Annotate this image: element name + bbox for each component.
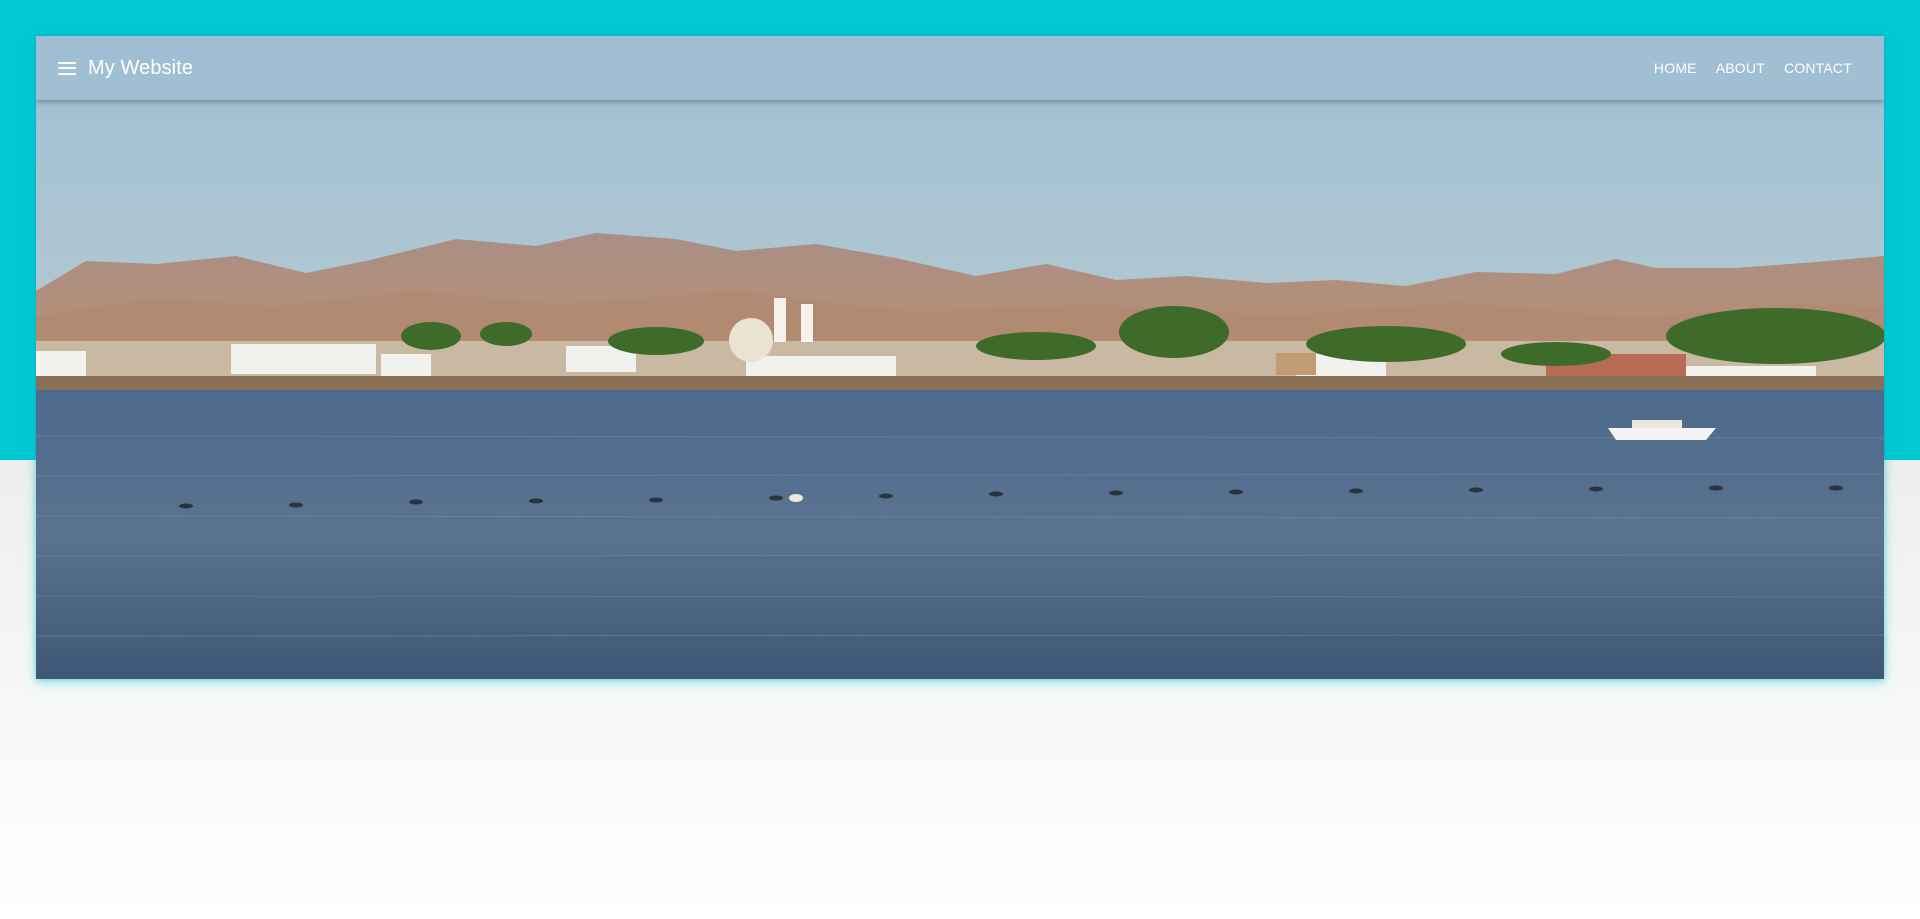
top-navbar: My Website HOME ABOUT CONTACT bbox=[36, 36, 1884, 100]
hamburger-menu-icon[interactable] bbox=[58, 61, 76, 75]
site-title[interactable]: My Website bbox=[88, 57, 193, 80]
nav-home-link[interactable]: HOME bbox=[1654, 60, 1697, 76]
nav-links: HOME ABOUT CONTACT bbox=[1654, 60, 1862, 76]
brand: My Website bbox=[58, 57, 193, 80]
nav-contact-link[interactable]: CONTACT bbox=[1784, 60, 1852, 76]
hero-image bbox=[36, 36, 1884, 679]
nav-about-link[interactable]: ABOUT bbox=[1716, 60, 1765, 76]
hero-card: My Website HOME ABOUT CONTACT bbox=[36, 36, 1884, 679]
